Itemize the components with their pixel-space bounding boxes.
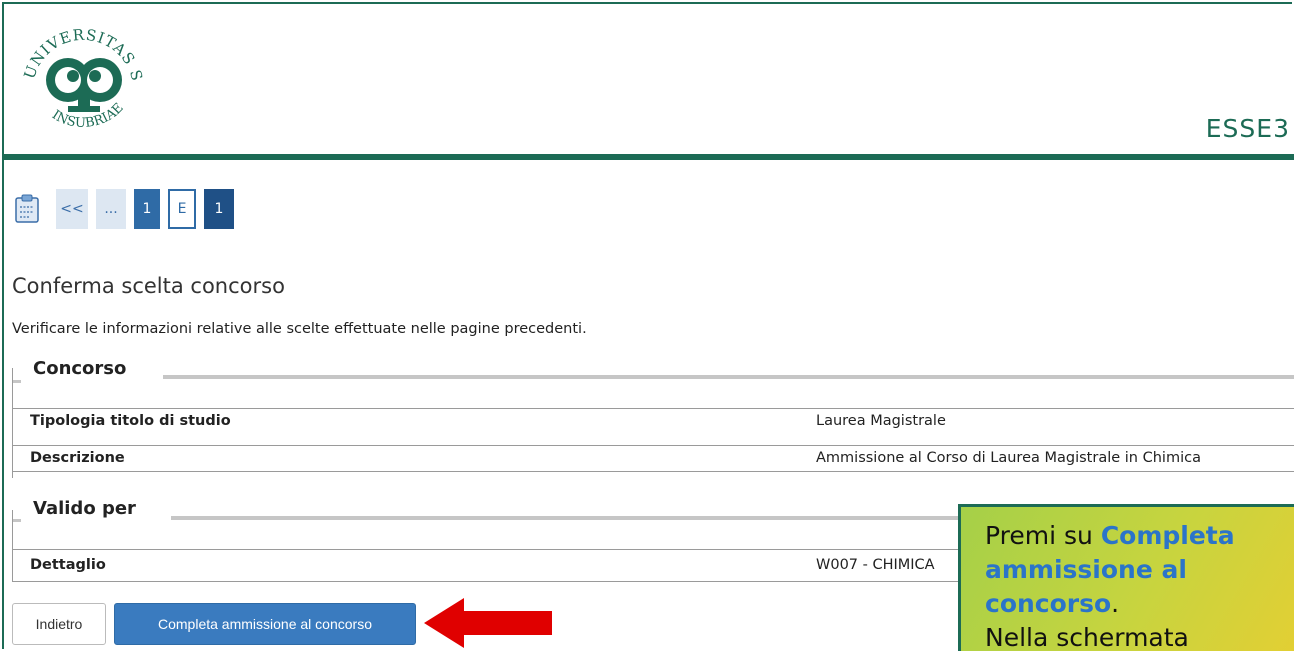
back-button[interactable]: Indietro (12, 603, 106, 645)
row-label: Descrizione (30, 450, 125, 466)
breadcrumb-step-final[interactable]: 1 (204, 189, 234, 229)
legend-line (163, 375, 1294, 379)
note-line2: Nella schermata (985, 623, 1189, 651)
red-arrow-icon (424, 598, 552, 648)
complete-admission-button[interactable]: Completa ammissione al concorso (114, 603, 416, 645)
breadcrumb-first[interactable]: << (56, 189, 88, 229)
note-prefix: Premi su (985, 521, 1101, 550)
valido-per-legend: Valido per (21, 498, 142, 519)
breadcrumb-step-e[interactable]: E (168, 189, 196, 229)
table-row: Tipologia titolo di studio Laurea Magist… (12, 408, 1294, 434)
clipboard-icon[interactable] (14, 194, 40, 224)
breadcrumb-ellipsis[interactable]: ... (96, 189, 126, 229)
page-subtitle: Verificare le informazioni relative alle… (12, 321, 587, 337)
row-label: Dettaglio (30, 557, 106, 573)
header: UNIVERSITAS STUDIORUM INSUBRIAE ESSE3 (4, 4, 1294, 154)
university-logo[interactable]: UNIVERSITAS STUDIORUM INSUBRIAE (18, 10, 148, 146)
row-value: Ammissione al Corso di Laurea Magistrale… (816, 450, 1201, 466)
page-title: Conferma scelta concorso (12, 274, 285, 298)
brand-esse3: ESSE3 (1205, 114, 1290, 143)
row-value: W007 - CHIMICA (816, 557, 935, 573)
breadcrumb: << ... 1 E 1 (14, 186, 242, 232)
table-row: Descrizione Ammissione al Corso di Laure… (12, 445, 1294, 472)
breadcrumb-step-1[interactable]: 1 (134, 189, 160, 229)
legend-tick (13, 380, 21, 383)
legend-tick (13, 519, 21, 522)
instruction-note: Premi su Completa ammissione al concorso… (958, 504, 1294, 651)
concorso-legend: Concorso (21, 358, 133, 379)
note-suffix: . (1111, 589, 1120, 618)
header-divider (4, 154, 1294, 160)
row-label: Tipologia titolo di studio (30, 413, 231, 429)
row-value: Laurea Magistrale (816, 413, 946, 429)
